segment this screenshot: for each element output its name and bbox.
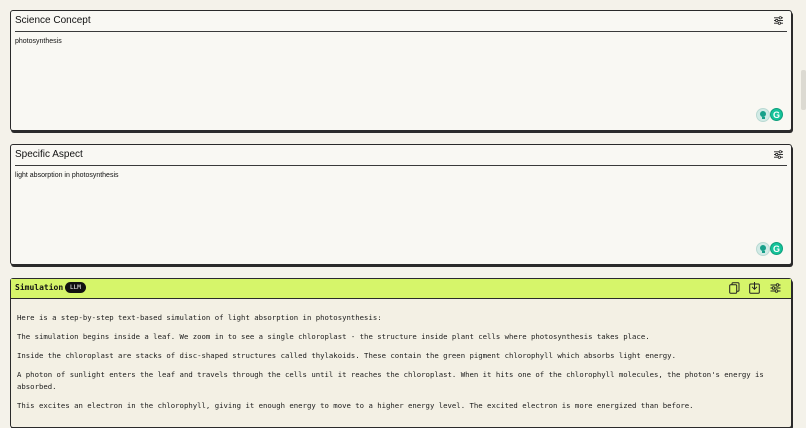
simulation-paragraph: Inside the chloroplast are stacks of dis… <box>17 351 676 360</box>
field-header: Science Concept <box>15 11 787 32</box>
simulation-text: Here is a step-by-step text-based simula… <box>17 312 785 419</box>
lightbulb-base <box>761 117 765 119</box>
copy-icon[interactable] <box>729 282 740 294</box>
field-header: Specific Aspect <box>15 145 787 166</box>
simulation-header: Simulation LLM <box>11 279 791 299</box>
simulation-paragraph: The simulation begins inside a leaf. We … <box>17 332 650 341</box>
science-concept-field[interactable]: Science Concept photosynthesis G <box>10 10 792 131</box>
field-title: Science Concept <box>15 15 91 26</box>
simulation-paragraph: Here is a step-by-step text-based simula… <box>17 313 382 322</box>
lightbulb-icon[interactable] <box>756 108 770 122</box>
field-widgets: G <box>756 242 784 256</box>
simulation-paragraph: This excites an electron in the chloroph… <box>17 401 694 410</box>
lightbulb-icon[interactable] <box>756 242 770 256</box>
sliders-icon[interactable] <box>770 282 781 294</box>
simulation-output: Simulation LLM Here is a step-by-step te… <box>10 278 792 428</box>
grammarly-icon[interactable]: G <box>770 108 783 121</box>
field-value[interactable]: light absorption in photosynthesis <box>15 172 119 179</box>
field-title: Specific Aspect <box>15 149 83 160</box>
output-toolbar <box>729 282 785 294</box>
lightbulb-base <box>761 251 765 253</box>
download-icon[interactable] <box>749 282 760 294</box>
field-value[interactable]: photosynthesis <box>15 38 62 45</box>
sliders-icon[interactable] <box>774 16 783 25</box>
simulation-paragraph: A photon of sunlight enters the leaf and… <box>17 370 764 391</box>
llm-badge: LLM <box>65 282 86 293</box>
sliders-icon[interactable] <box>774 150 783 159</box>
simulation-title: Simulation <box>15 283 64 292</box>
specific-aspect-field[interactable]: Specific Aspect light absorption in phot… <box>10 144 792 265</box>
grammarly-icon[interactable]: G <box>770 242 783 255</box>
field-widgets: G <box>756 108 784 122</box>
page-scrollbar[interactable] <box>801 70 806 110</box>
